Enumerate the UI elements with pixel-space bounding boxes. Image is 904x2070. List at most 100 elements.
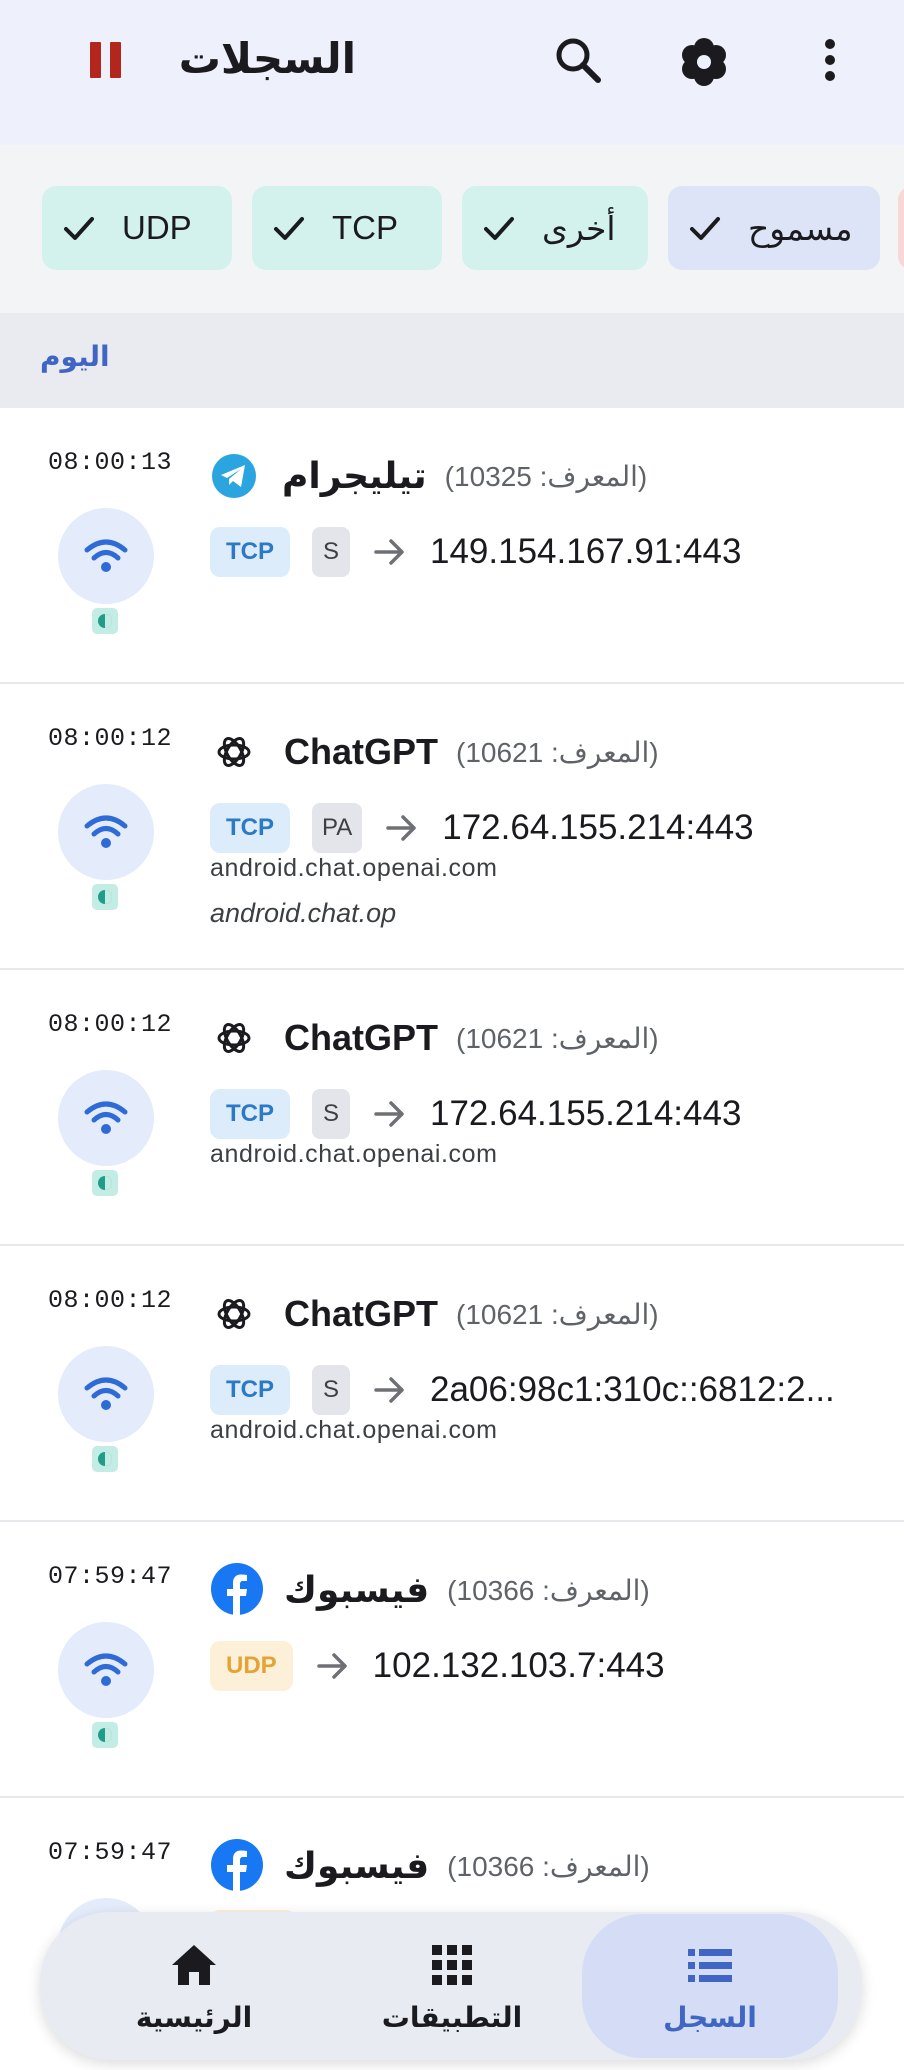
arrow-right-icon [374,1101,404,1127]
log-entry[interactable]: 08:00:12 ChatGPT (المعرف: 10621) TCP PA … [0,684,904,970]
destination-address: 102.132.103.7:443 [372,1646,665,1685]
brightness-icon [92,1170,118,1196]
log-entry[interactable]: 08:00:12 ChatGPT (المعرف: 10621) TCP S 2… [0,1246,904,1522]
destination-address: 172.64.155.214:443 [430,1094,742,1133]
entry-time: 07:59:47 [48,1562,173,1591]
filter-chip-udp[interactable]: UDP [42,186,232,270]
app-info: فيسبوك (المعرف: 10366) [284,1838,650,1894]
brightness-icon [92,1446,118,1472]
openai-icon [217,1299,251,1329]
app-info: تيليجرام (المعرف: 10325) [282,448,647,504]
protocol-badge: TCP [210,1089,290,1139]
wifi-icon-container [58,508,154,604]
gear-icon[interactable] [676,34,732,90]
nav-label: التطبيقات [381,2001,523,2033]
connection-line: TCP S 2a06:98c1:310c::6812:2... [210,1364,835,1416]
openai-icon [217,737,251,767]
tcp-flags-badge: S [312,1365,350,1415]
openai-icon [217,1023,251,1053]
app-name: ChatGPT [284,731,439,772]
wifi-icon [84,539,128,572]
entry-time: 08:00:12 [48,724,173,753]
app-uid: (المعرف: 10621) [456,1298,659,1330]
check-icon [484,217,514,240]
destination-address: 172.64.155.214:443 [442,808,754,847]
list-icon [688,1948,732,1982]
wifi-icon [84,1377,128,1410]
connection-line: TCP S 172.64.155.214:443 [210,1088,741,1140]
app-uid: (المعرف: 10621) [456,736,659,768]
app-uid: (المعرف: 10325) [444,460,648,492]
app-name: فيسبوك [284,1845,430,1886]
home-icon [172,1944,216,1985]
date-section-label: اليوم [40,340,110,372]
wifi-icon-container [58,1070,154,1166]
protocol-badge: UDP [210,1641,293,1691]
log-entry[interactable]: 08:00:12 ChatGPT (المعرف: 10621) TCP S 1… [0,970,904,1246]
entry-time: 08:00:13 [48,448,173,477]
domain-name: android.chat.openai.com [210,1140,498,1168]
connection-line: UDP 102.132.103.7:443 [210,1640,665,1692]
nav-label: الرئيسية [135,2001,253,2033]
protocol-badge: TCP [210,803,290,853]
nav-home[interactable]: الرئيسية [66,1914,322,2058]
filter-chip-label: أخرى [542,209,616,247]
domain-name: android.chat.openai.com [210,854,498,882]
wifi-icon [84,815,128,848]
app-name: تيليجرام [282,455,427,496]
protocol-badge: TCP [210,527,290,577]
protocol-badge: TCP [210,1365,290,1415]
destination-address: 149.154.167.91:443 [430,532,742,571]
wifi-icon-container [58,1622,154,1718]
telegram-icon [212,454,256,498]
nav-label: السجل [663,2001,757,2033]
app-info: ChatGPT (المعرف: 10621) [284,1286,659,1342]
filter-chip-label: مسموح [748,209,853,247]
app-name: ChatGPT [284,1293,439,1334]
check-icon [690,217,720,240]
apps-grid-icon [432,1944,472,1985]
entry-time: 07:59:47 [48,1838,173,1867]
destination-address: 2a06:98c1:310c::6812:2... [430,1370,835,1409]
connection-line: TCP PA 172.64.155.214:443 [210,802,754,854]
app-info: ChatGPT (المعرف: 10621) [284,724,659,780]
log-entry[interactable]: 08:00:13 تيليجرام (المعرف: 10325) TCP S … [0,408,904,684]
wifi-icon-container [58,784,154,880]
nav-log[interactable]: السجل [582,1914,838,2058]
app-name: فيسبوك [284,1569,430,1610]
search-icon[interactable] [552,34,604,86]
nav-apps[interactable]: التطبيقات [324,1914,580,2058]
brightness-icon [92,1722,118,1748]
facebook-icon [211,1839,263,1892]
wifi-icon-container [58,1346,154,1442]
entry-time: 08:00:12 [48,1286,173,1315]
pause-icon[interactable] [88,42,124,78]
log-entry[interactable]: 07:59:47 فيسبوك (المعرف: 10366) UDP 102.… [0,1522,904,1798]
filter-chip-label: UDP [122,209,192,246]
domain-name: android.chat.openai.com [210,1416,498,1444]
app-uid: (المعرف: 10366) [447,1574,650,1606]
filter-chip-overflow[interactable] [898,186,904,270]
top-app-bar [0,0,904,145]
brightness-icon [92,608,118,634]
more-vert-icon[interactable] [810,36,850,84]
tcp-flags-badge: PA [312,803,363,853]
arrow-right-icon [386,815,416,841]
wifi-icon [84,1101,128,1134]
app-uid: (المعرف: 10621) [456,1022,659,1054]
filter-chip-other[interactable]: أخرى [462,186,648,270]
app-uid: (المعرف: 10366) [447,1850,650,1882]
tcp-flags-badge: S [312,1089,350,1139]
filter-chip-allowed[interactable]: مسموح [668,186,880,270]
check-icon [64,217,94,240]
arrow-right-icon [374,1377,404,1403]
check-icon [274,217,304,240]
arrow-right-icon [374,539,404,565]
page-title: السجلات [178,34,356,82]
app-name: ChatGPT [284,1017,439,1058]
app-info: ChatGPT (المعرف: 10621) [284,1010,659,1066]
filter-chip-tcp[interactable]: TCP [252,186,442,270]
brightness-icon [92,884,118,910]
connection-line: TCP S 149.154.167.91:443 [210,526,741,578]
wifi-icon [84,1653,128,1686]
